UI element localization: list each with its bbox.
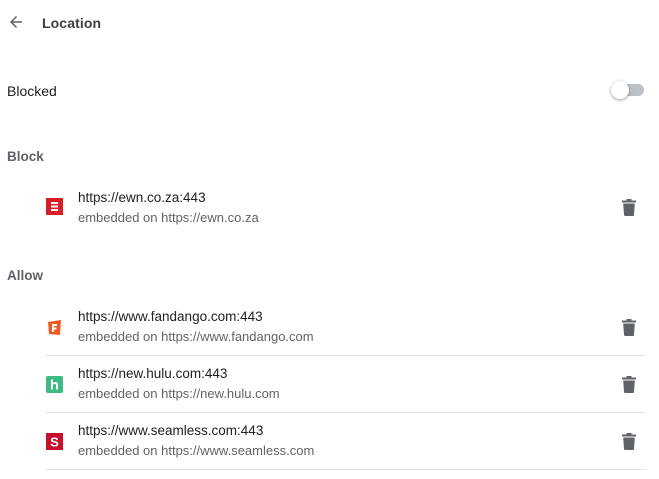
site-row-fandango[interactable]: https://www.fandango.com:443 embedded on… (46, 299, 646, 356)
page-title: Location (42, 15, 102, 31)
delete-button[interactable] (620, 431, 638, 451)
page-header: Location (0, 0, 659, 46)
trash-icon (622, 198, 636, 216)
hulu-favicon (46, 376, 63, 393)
site-embedded-text: embedded on https://www.fandango.com (78, 329, 314, 344)
site-embedded-text: embedded on https://ewn.co.za (78, 210, 259, 225)
site-embedded-text: embedded on https://www.seamless.com (78, 443, 315, 458)
site-url: https://new.hulu.com:443 (78, 366, 228, 381)
trash-icon (622, 318, 636, 336)
seamless-favicon: S (46, 433, 63, 450)
arrow-back-icon (10, 16, 22, 28)
blocked-toggle[interactable] (611, 81, 645, 99)
block-section-title: Block (7, 149, 44, 164)
site-row-hulu[interactable]: https://new.hulu.com:443 embedded on htt… (46, 356, 646, 413)
fandango-favicon (46, 319, 63, 336)
toggle-knob (611, 81, 629, 99)
site-row-ewn[interactable]: https://ewn.co.za:443 embedded on https:… (46, 183, 646, 240)
site-url: https://www.fandango.com:443 (78, 309, 263, 324)
delete-button[interactable] (620, 317, 638, 337)
ewn-favicon (46, 198, 63, 215)
delete-button[interactable] (620, 374, 638, 394)
delete-button[interactable] (620, 197, 638, 217)
trash-icon (622, 432, 636, 450)
back-button[interactable] (4, 10, 28, 34)
trash-icon (622, 375, 636, 393)
svg-text:S: S (50, 435, 59, 450)
site-url: https://www.seamless.com:443 (78, 423, 264, 438)
allow-section-title: Allow (7, 268, 43, 283)
site-row-seamless[interactable]: S https://www.seamless.com:443 embedded … (46, 413, 646, 470)
blocked-label: Blocked (7, 83, 57, 99)
site-url: https://ewn.co.za:443 (78, 190, 206, 205)
blocked-setting-row: Blocked (0, 72, 659, 108)
site-embedded-text: embedded on https://new.hulu.com (78, 386, 280, 401)
